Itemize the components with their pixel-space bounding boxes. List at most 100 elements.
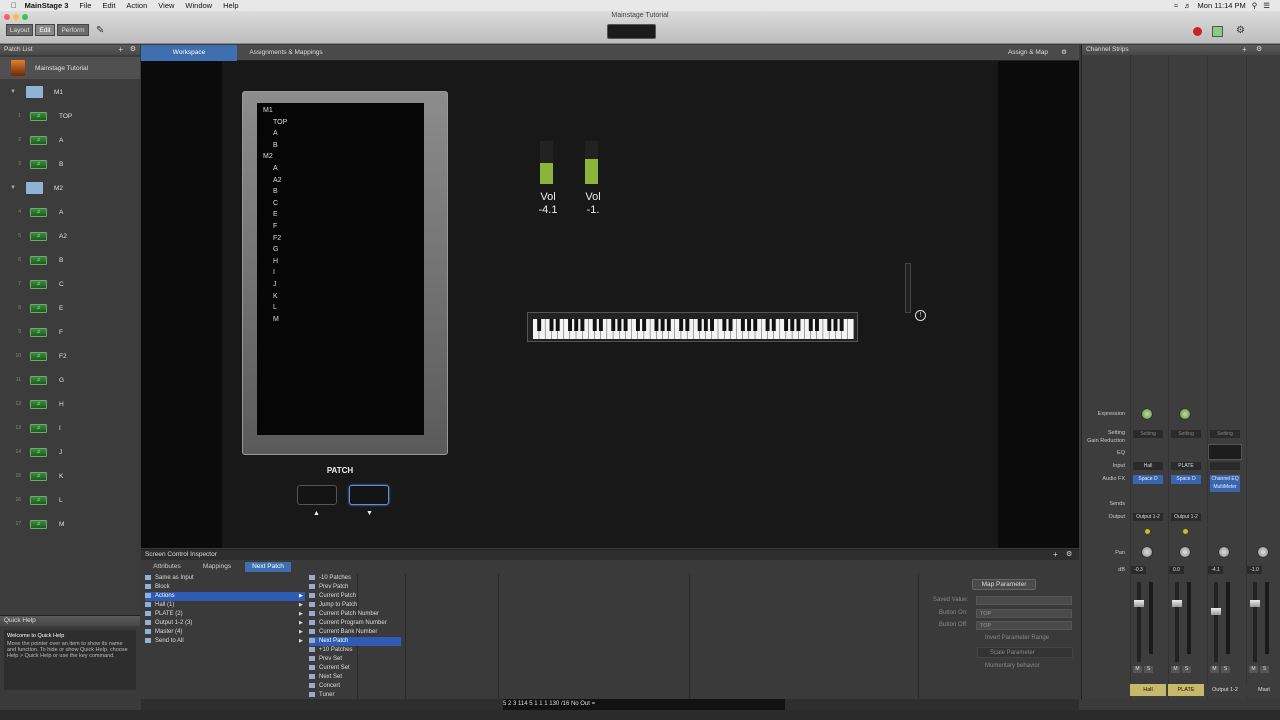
channel-name[interactable]: Output 1-2 [1207, 684, 1243, 696]
menu-edit[interactable]: Edit [102, 1, 115, 10]
expression-knob[interactable] [1179, 408, 1191, 420]
black-key[interactable] [784, 319, 789, 331]
patch-row[interactable]: 15 ♫ K [0, 465, 140, 487]
menu-window[interactable]: Window [185, 1, 212, 10]
next-patch-button[interactable] [349, 485, 389, 505]
eq-thumbnail[interactable] [1208, 444, 1242, 460]
black-key[interactable] [580, 319, 585, 331]
action-row[interactable]: Prev Patch [309, 583, 401, 592]
action-row[interactable]: +10 Patches [309, 646, 401, 655]
action-row[interactable]: Next Patch [309, 637, 401, 646]
black-key[interactable] [771, 319, 776, 331]
mapping-target-row[interactable]: Hall (1) ▶ [145, 601, 305, 610]
mode-edit-button[interactable]: Edit [35, 24, 55, 36]
solo-button[interactable]: S [1182, 666, 1191, 673]
patch-row[interactable]: 1 ♫ TOP [0, 105, 140, 127]
solo-button[interactable]: S [1260, 666, 1269, 673]
scale-parameter-checkbox[interactable]: Scale Parameter [990, 650, 1035, 656]
patch-row[interactable]: 9 ♫ F [0, 321, 140, 343]
black-key[interactable] [568, 319, 573, 331]
fader-cap[interactable] [1172, 600, 1182, 607]
assign-map-button[interactable]: Assign & Map [1003, 45, 1053, 61]
pan-knob[interactable] [1218, 546, 1230, 558]
app-menu[interactable]: MainStage 3 [25, 1, 69, 10]
action-row[interactable]: Current Patch [309, 592, 401, 601]
patch-row[interactable]: 2 ♫ A [0, 129, 140, 151]
action-row[interactable]: Prev Set [309, 655, 401, 664]
black-key[interactable] [617, 319, 622, 331]
inspector-gear-icon[interactable]: ⚙ [1066, 551, 1072, 559]
menu-list-icon[interactable]: ☰ [1263, 1, 1270, 10]
output-slot[interactable]: Output 1-2 [1133, 513, 1163, 521]
set-row[interactable]: ▼ M1 [0, 81, 140, 103]
black-key[interactable] [722, 319, 727, 331]
mapping-target-row[interactable]: Output 1-2 (3) ▶ [145, 619, 305, 628]
input-slot[interactable]: Hall [1133, 462, 1163, 470]
vertical-slider[interactable] [905, 263, 911, 313]
gear-icon[interactable]: ⚙ [130, 46, 136, 54]
inspector-add-icon[interactable]: + [1053, 551, 1058, 559]
black-key[interactable] [660, 319, 665, 331]
black-key[interactable] [611, 319, 616, 331]
patch-row[interactable]: 7 ♫ C [0, 273, 140, 295]
black-key[interactable] [598, 319, 603, 331]
disclosure-triangle-icon[interactable]: ▼ [0, 89, 26, 95]
channel-name[interactable]: Mast [1246, 684, 1280, 696]
fader-cap[interactable] [1134, 600, 1144, 607]
solo-button[interactable]: S [1144, 666, 1153, 673]
black-key[interactable] [574, 319, 579, 331]
action-row[interactable]: Current Patch Number [309, 610, 401, 619]
channel-name[interactable]: Hall [1130, 684, 1166, 696]
mute-button[interactable]: M [1171, 666, 1180, 673]
pencil-icon[interactable]: ✎ [96, 25, 108, 37]
mute-button[interactable]: M [1133, 666, 1142, 673]
patch-row[interactable]: 3 ♫ B [0, 153, 140, 175]
black-key[interactable] [592, 319, 597, 331]
warning-icon[interactable]: ! [915, 310, 926, 321]
patch-row[interactable]: 11 ♫ G [0, 369, 140, 391]
menubar-clock[interactable]: Mon 11:14 PM [1198, 1, 1246, 10]
setting-slot[interactable]: Setting [1210, 430, 1240, 438]
patch-row[interactable]: 8 ♫ E [0, 297, 140, 319]
patch-row[interactable]: 6 ♫ B [0, 249, 140, 271]
audio-fx-slot[interactable]: Space D [1133, 475, 1163, 484]
mapping-target-row[interactable]: Same as Input [145, 574, 305, 583]
patch-row[interactable]: 13 ♫ I [0, 417, 140, 439]
solo-button[interactable]: S [1221, 666, 1230, 673]
input-slot[interactable]: PLATE [1171, 462, 1201, 470]
menu-view[interactable]: View [158, 1, 174, 10]
mapping-target-row[interactable]: Block [145, 583, 305, 592]
fader-cap[interactable] [1250, 600, 1260, 607]
black-key[interactable] [537, 319, 542, 331]
black-key[interactable] [654, 319, 659, 331]
black-key[interactable] [635, 319, 640, 331]
invert-parameter-checkbox[interactable]: Invert Parameter Range [985, 635, 1049, 641]
menu-file[interactable]: File [79, 1, 91, 10]
pan-knob[interactable] [1141, 546, 1153, 558]
pan-knob[interactable] [1179, 546, 1191, 558]
mode-perform-button[interactable]: Perform [57, 24, 89, 36]
action-row[interactable]: Jump to Patch [309, 601, 401, 610]
black-key[interactable] [796, 319, 801, 331]
setting-slot[interactable]: Setting [1133, 430, 1163, 438]
tab-mappings[interactable]: Mappings [193, 562, 241, 572]
action-row[interactable]: Current Bank Number [309, 628, 401, 637]
tab-attributes[interactable]: Attributes [145, 562, 189, 572]
channel-name[interactable]: PLATE [1168, 684, 1204, 696]
fader-cap[interactable] [1211, 608, 1221, 615]
action-row[interactable]: -10 Patches [309, 574, 401, 583]
audio-fx-slot[interactable]: MultiMeter [1210, 483, 1240, 492]
patch-row[interactable]: 17 ♫ M [0, 513, 140, 535]
black-key[interactable] [679, 319, 684, 331]
mute-button[interactable]: M [1249, 666, 1258, 673]
black-key[interactable] [765, 319, 770, 331]
action-row[interactable]: Next Set [309, 673, 401, 682]
volume-fader[interactable] [1214, 582, 1218, 662]
mapping-target-row[interactable]: Send to All ▶ [145, 637, 305, 646]
output-slot[interactable]: Output 1-2 [1171, 513, 1201, 521]
black-key[interactable] [808, 319, 813, 331]
patch-selector-list[interactable]: M1 TOP A B M2 A A2 B C E F F2 G H I J K L M [257, 103, 424, 435]
black-key[interactable] [666, 319, 671, 331]
disclosure-triangle-icon[interactable]: ▼ [0, 185, 26, 191]
black-key[interactable] [740, 319, 745, 331]
